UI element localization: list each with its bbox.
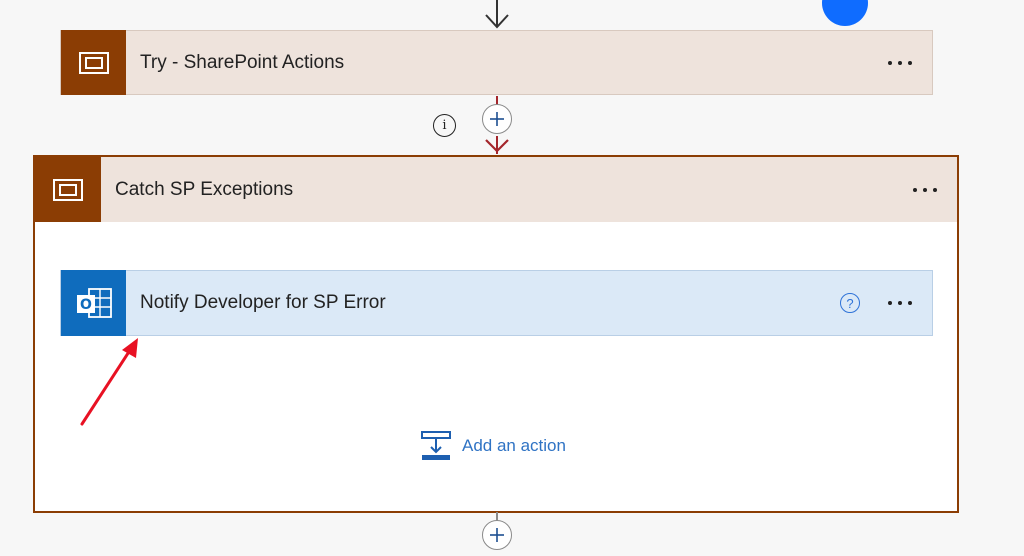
scope-icon <box>61 30 126 95</box>
run-after-chevron-icon <box>485 136 509 154</box>
notify-action-card[interactable]: O Notify Developer for SP Error ? <box>60 270 933 336</box>
outlook-icon: O <box>61 270 126 336</box>
more-options-icon[interactable] <box>878 288 922 318</box>
catch-scope-title: Catch SP Exceptions <box>115 178 294 200</box>
user-presence-dot <box>822 0 868 26</box>
try-scope-title: Try - SharePoint Actions <box>140 51 345 73</box>
info-icon[interactable]: i <box>433 114 456 137</box>
help-icon[interactable]: ? <box>840 293 860 313</box>
add-action-button[interactable]: Add an action <box>420 430 566 462</box>
insert-step-button[interactable] <box>482 104 512 134</box>
plus-icon <box>490 112 504 126</box>
svg-text:O: O <box>80 297 92 313</box>
down-arrow-icon <box>485 0 509 29</box>
insert-step-button[interactable] <box>482 520 512 550</box>
scope-icon <box>35 157 101 222</box>
add-action-icon <box>421 431 451 460</box>
more-options-icon[interactable] <box>878 48 922 78</box>
plus-icon <box>490 528 504 542</box>
notify-action-title: Notify Developer for SP Error <box>140 292 386 313</box>
annotation-arrow-icon <box>80 338 138 426</box>
add-action-label: Add an action <box>462 436 566 455</box>
try-scope-card[interactable]: Try - SharePoint Actions <box>60 30 933 95</box>
more-options-icon[interactable] <box>903 175 947 205</box>
catch-scope-header[interactable]: Catch SP Exceptions <box>35 157 957 222</box>
